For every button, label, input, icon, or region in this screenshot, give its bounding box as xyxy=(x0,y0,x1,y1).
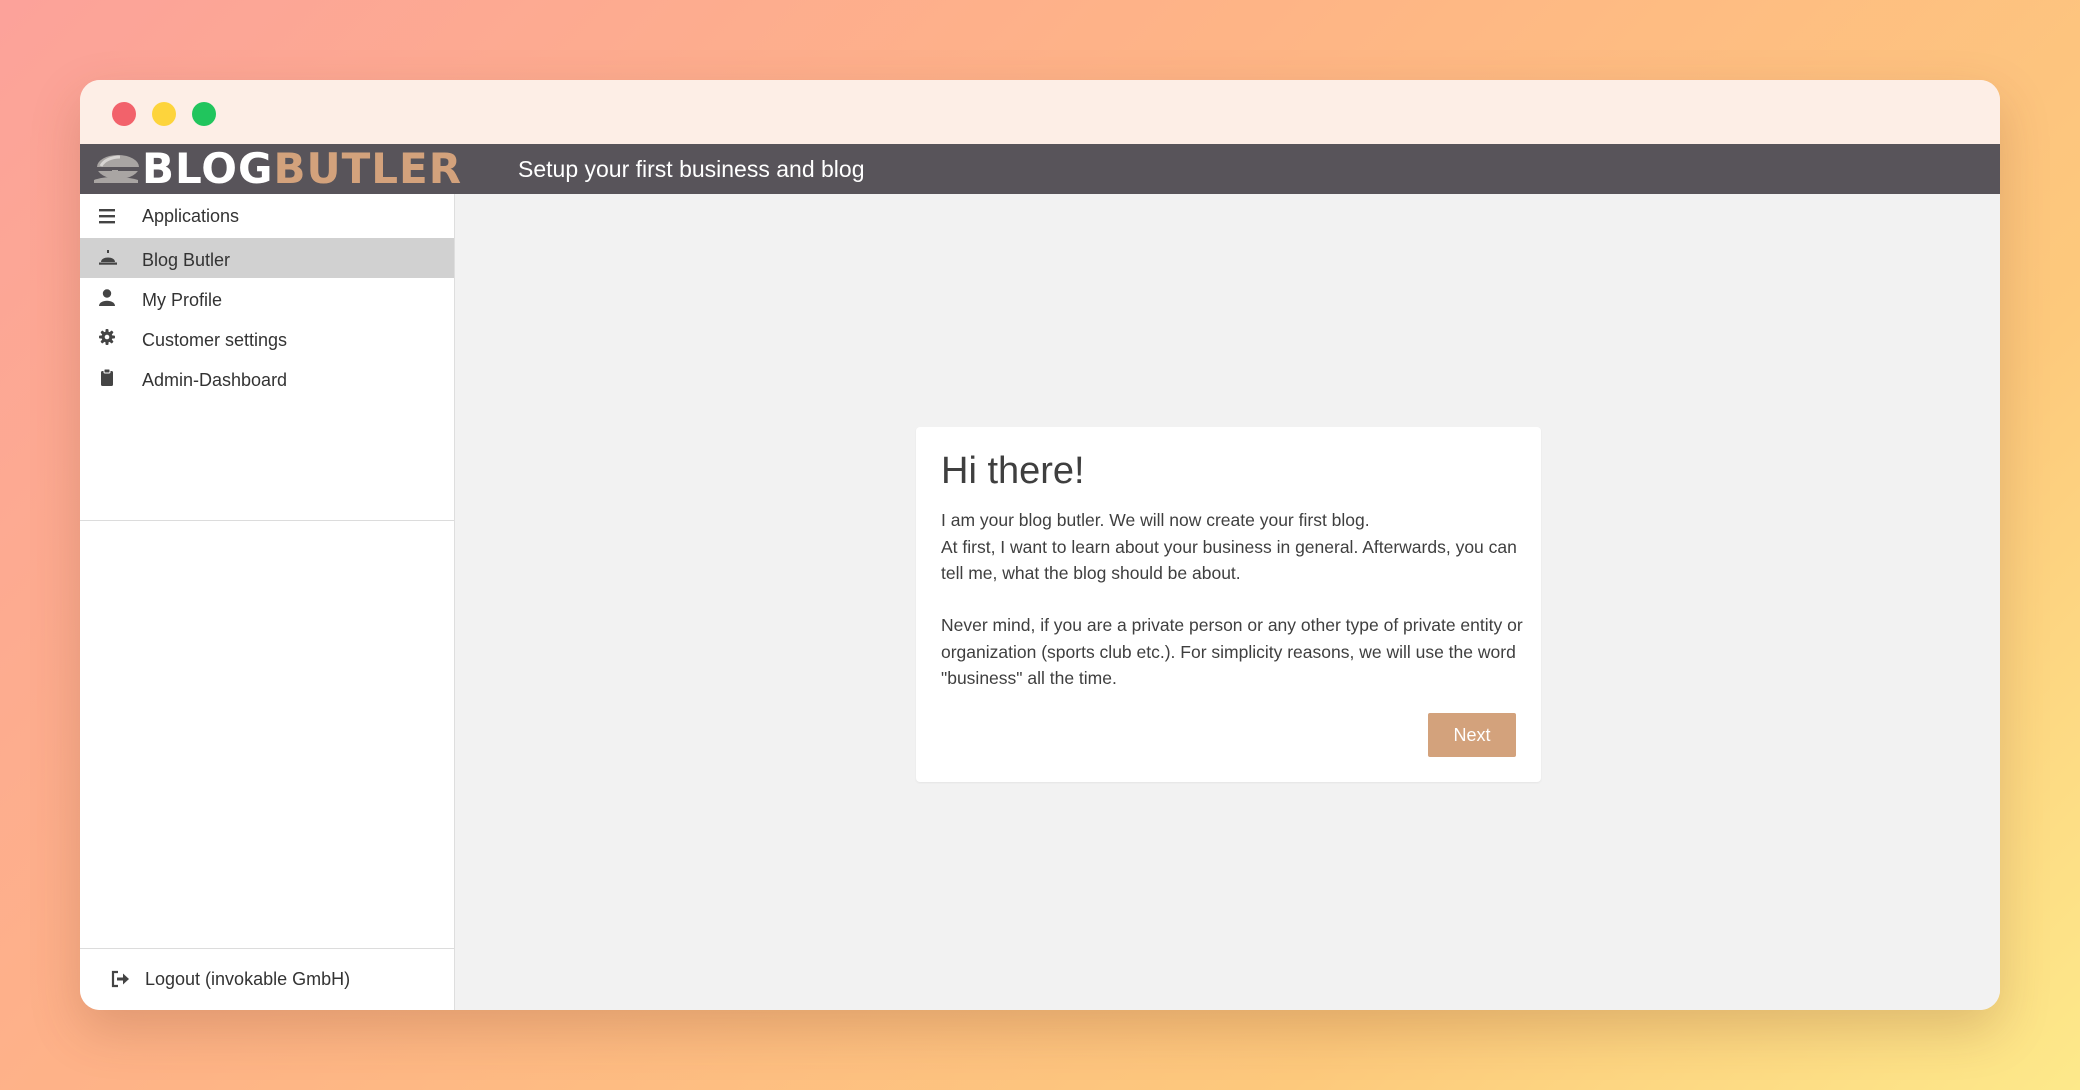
sidebar: Applications Blog Butler My Profile Cust… xyxy=(80,194,455,1010)
app-window: BLOGBUTLER Setup your first business and… xyxy=(80,80,2000,1010)
sign-out-icon xyxy=(111,970,129,988)
maximize-window-button[interactable] xyxy=(192,102,216,126)
intro-text: I am your blog butler. We will now creat… xyxy=(941,510,1517,583)
sidebar-item-label: Blog Butler xyxy=(142,250,231,270)
welcome-title: Hi there! xyxy=(941,450,1085,492)
blogbutler-logo[interactable]: BLOGBUTLER xyxy=(92,146,462,192)
sidebar-item-label: My Profile xyxy=(142,290,223,310)
clipboard-icon xyxy=(101,368,113,386)
logout-button[interactable]: Logout (invokable GmbH) xyxy=(80,949,454,1010)
minimize-window-button[interactable] xyxy=(152,102,176,126)
sidebar-divider xyxy=(80,520,454,521)
sidebar-item-my-profile[interactable]: My Profile xyxy=(80,278,454,318)
main-content: Hi there! I am your blog butler. We will… xyxy=(455,194,2000,1010)
applications-label: Applications xyxy=(142,206,240,226)
service-bell-icon xyxy=(99,250,117,265)
hamburger-menu-icon xyxy=(99,209,115,224)
welcome-card: Hi there! I am your blog butler. We will… xyxy=(916,427,1541,782)
sidebar-item-customer-settings[interactable]: Customer settings xyxy=(80,318,454,358)
next-button[interactable]: Next xyxy=(1428,713,1516,757)
business-note-text: Never mind, if you are a private person … xyxy=(941,615,1523,688)
logout-label: Logout (invokable GmbH) xyxy=(145,969,351,989)
cloche-logo-icon xyxy=(94,155,140,183)
logo-text-butler: BUTLER xyxy=(273,144,463,193)
logo-text: BLOGBUTLER xyxy=(142,146,462,192)
app-header: BLOGBUTLER Setup your first business and… xyxy=(80,144,2000,194)
window-titlebar xyxy=(80,80,2000,144)
sidebar-item-blog-butler[interactable]: Blog Butler xyxy=(80,238,454,278)
sidebar-item-admin-dashboard[interactable]: Admin-Dashboard xyxy=(80,358,454,398)
close-window-button[interactable] xyxy=(112,102,136,126)
user-icon xyxy=(99,289,115,306)
page-title: Setup your first business and blog xyxy=(518,156,865,182)
sidebar-item-label: Admin-Dashboard xyxy=(142,370,288,390)
gear-icon xyxy=(99,329,115,345)
applications-menu-toggle[interactable]: Applications xyxy=(80,194,454,238)
logo-text-blog: BLOG xyxy=(142,144,274,193)
sidebar-item-label: Customer settings xyxy=(142,330,288,350)
